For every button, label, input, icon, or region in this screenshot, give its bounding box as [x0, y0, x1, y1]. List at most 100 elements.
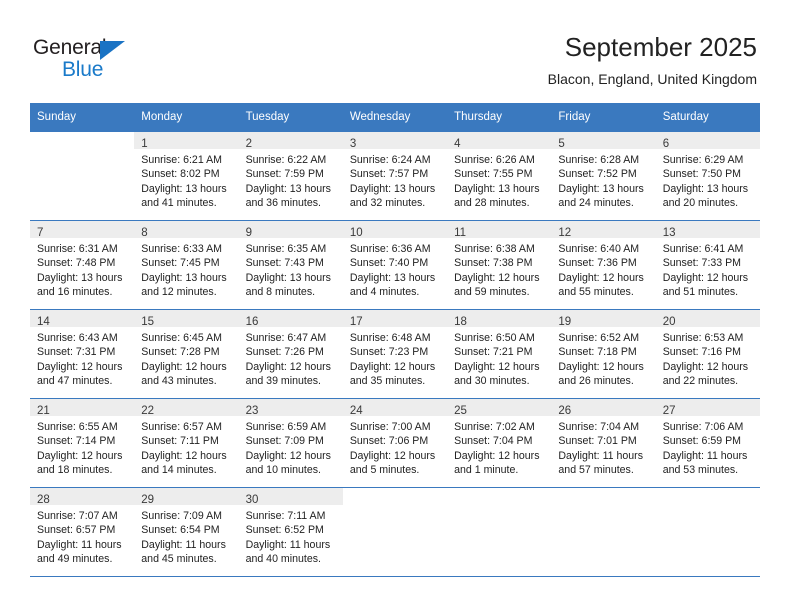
calendar-day-cell[interactable]: 22 Sunrise: 6:57 AM Sunset: 7:11 PM Dayligh…	[134, 398, 239, 488]
sunrise-text: Sunrise: 6:31 AM	[37, 243, 118, 255]
calendar-body: 1 Sunrise: 6:21 AM Sunset: 8:02 PM Daylight…	[30, 131, 760, 577]
calendar-day-cell[interactable]: 4 Sunrise: 6:26 AM Sunset: 7:55 PM Daylight…	[447, 131, 552, 221]
day-number: 4	[454, 138, 461, 150]
calendar-day-cell[interactable]: 3 Sunrise: 6:24 AM Sunset: 7:57 PM Daylight…	[342, 131, 448, 221]
calendar-day-cell[interactable]: 5 Sunrise: 6:28 AM Sunset: 7:52 PM Daylight…	[551, 131, 656, 221]
calendar-week-row: 21 Sunrise: 6:55 AM Sunset: 7:14 PM Dayligh…	[30, 398, 760, 488]
calendar-day-cell[interactable]: 12 Sunrise: 6:40 AM Sunset: 7:36 PM Dayligh…	[551, 220, 656, 310]
calendar-day-cell-empty	[342, 487, 448, 577]
calendar-day-cell[interactable]: 17 Sunrise: 6:48 AM Sunset: 7:23 PM Dayligh…	[342, 309, 448, 399]
calendar-day-cell[interactable]: 28 Sunrise: 7:07 AM Sunset: 6:57 PM Dayligh…	[30, 487, 135, 577]
day-number-band	[342, 488, 448, 505]
sunset-text: Sunset: 8:02 PM	[141, 168, 220, 181]
daylight-text-line2: and 36 minutes.	[245, 196, 321, 209]
sunset-text: Sunset: 7:33 PM	[662, 257, 742, 270]
daylight-text-line1: Daylight: 12 hours	[454, 360, 540, 373]
day-number-band: 24	[342, 399, 448, 417]
day-number: 3	[349, 138, 357, 150]
day-number-band	[655, 488, 760, 505]
general-blue-logo[interactable]: General Blue	[33, 36, 163, 84]
sunrise-text: Sunrise: 7:11 AM	[245, 510, 326, 522]
day-details: Sunrise: 7:02 AM Sunset: 7:04 PM Daylight:…	[447, 416, 551, 477]
day-details: Sunrise: 6:52 AM Sunset: 7:18 PM Daylight:…	[551, 327, 655, 388]
sunrise-text: Sunrise: 7:04 AM	[558, 421, 640, 433]
daylight-text-line1: Daylight: 12 hours	[454, 271, 540, 284]
day-number-band: 6	[655, 132, 760, 150]
sunrise-text: Sunrise: 7:09 AM	[141, 510, 222, 522]
daylight-text-line2: and 10 minutes.	[245, 463, 321, 476]
calendar-day-cell[interactable]: 27 Sunrise: 7:06 AM Sunset: 6:59 PM Dayligh…	[655, 398, 760, 488]
calendar-day-cell[interactable]: 1 Sunrise: 6:21 AM Sunset: 8:02 PM Daylight…	[134, 131, 239, 221]
calendar-day-cell-empty	[447, 487, 552, 577]
calendar-day-cell[interactable]: 9 Sunrise: 6:35 AM Sunset: 7:43 PM Daylight…	[238, 220, 343, 310]
daylight-text-line1: Daylight: 11 hours	[245, 538, 331, 551]
day-details: Sunrise: 6:48 AM Sunset: 7:23 PM Daylight:…	[343, 327, 447, 388]
day-number: 13	[662, 227, 676, 239]
daylight-text-line2: and 55 minutes.	[558, 285, 634, 298]
sunset-text: Sunset: 6:59 PM	[662, 435, 742, 448]
daylight-text-line1: Daylight: 11 hours	[662, 449, 748, 462]
day-number-band: 23	[238, 399, 343, 417]
calendar-day-cell[interactable]: 18 Sunrise: 6:50 AM Sunset: 7:21 PM Dayligh…	[447, 309, 552, 399]
day-number-band: 28	[30, 488, 135, 506]
calendar-day-cell[interactable]: 11 Sunrise: 6:38 AM Sunset: 7:38 PM Dayligh…	[447, 220, 552, 310]
sunset-text: Sunset: 7:14 PM	[37, 435, 116, 448]
day-number-band: 15	[134, 310, 239, 328]
daylight-text-line2: and 53 minutes.	[662, 463, 739, 476]
day-number-band: 30	[238, 488, 343, 506]
day-number-band: 29	[134, 488, 239, 506]
calendar-day-cell[interactable]: 16 Sunrise: 6:47 AM Sunset: 7:26 PM Dayligh…	[238, 309, 343, 399]
daylight-text-line1: Daylight: 12 hours	[245, 360, 331, 373]
calendar-day-cell[interactable]: 10 Sunrise: 6:36 AM Sunset: 7:40 PM Dayligh…	[342, 220, 448, 310]
daylight-text-line1: Daylight: 13 hours	[141, 182, 227, 195]
day-details: Sunrise: 6:45 AM Sunset: 7:28 PM Daylight:…	[134, 327, 238, 388]
calendar-day-cell[interactable]: 14 Sunrise: 6:43 AM Sunset: 7:31 PM Dayligh…	[30, 309, 135, 399]
daylight-text-line1: Daylight: 12 hours	[37, 360, 123, 373]
day-details: Sunrise: 6:24 AM Sunset: 7:57 PM Daylight:…	[343, 149, 447, 210]
calendar-day-cell[interactable]: 23 Sunrise: 6:59 AM Sunset: 7:09 PM Dayligh…	[238, 398, 343, 488]
calendar-day-cell[interactable]: 29 Sunrise: 7:09 AM Sunset: 6:54 PM Dayligh…	[134, 487, 239, 577]
calendar-day-cell[interactable]: 21 Sunrise: 6:55 AM Sunset: 7:14 PM Dayligh…	[30, 398, 135, 488]
day-number: 29	[141, 494, 155, 506]
day-details: Sunrise: 6:40 AM Sunset: 7:36 PM Daylight:…	[551, 238, 655, 299]
calendar-day-cell[interactable]: 8 Sunrise: 6:33 AM Sunset: 7:45 PM Daylight…	[134, 220, 239, 310]
calendar-page: General Blue September 2025 Blacon, Engl…	[0, 0, 792, 612]
day-number-band: 4	[447, 132, 552, 150]
daylight-text-line2: and 39 minutes.	[245, 374, 321, 387]
day-number-band: 19	[551, 310, 656, 328]
calendar-day-cell[interactable]: 6 Sunrise: 6:29 AM Sunset: 7:50 PM Daylight…	[655, 131, 760, 221]
day-details: Sunrise: 6:43 AM Sunset: 7:31 PM Daylight:…	[30, 327, 134, 388]
day-details: Sunrise: 6:21 AM Sunset: 8:02 PM Daylight:…	[134, 149, 238, 210]
calendar-day-cell[interactable]: 15 Sunrise: 6:45 AM Sunset: 7:28 PM Dayligh…	[134, 309, 239, 399]
day-details: Sunrise: 6:28 AM Sunset: 7:52 PM Daylight:…	[551, 149, 655, 210]
sunrise-text: Sunrise: 6:47 AM	[245, 332, 327, 344]
day-number: 19	[558, 316, 572, 328]
calendar-day-cell[interactable]: 24 Sunrise: 7:00 AM Sunset: 7:06 PM Dayligh…	[342, 398, 448, 488]
calendar-day-cell[interactable]: 19 Sunrise: 6:52 AM Sunset: 7:18 PM Dayligh…	[551, 309, 656, 399]
sunset-text: Sunset: 7:36 PM	[558, 257, 637, 270]
day-number-band: 27	[655, 399, 760, 417]
day-number: 25	[454, 405, 467, 417]
daylight-text-line1: Daylight: 12 hours	[558, 271, 644, 284]
day-number-band: 13	[655, 221, 760, 239]
calendar-day-cell[interactable]: 13 Sunrise: 6:41 AM Sunset: 7:33 PM Dayligh…	[655, 220, 760, 310]
calendar-day-cell[interactable]: 25 Sunrise: 7:02 AM Sunset: 7:04 PM Dayligh…	[447, 398, 552, 488]
calendar-day-cell[interactable]: 26 Sunrise: 7:04 AM Sunset: 7:01 PM Dayligh…	[551, 398, 656, 488]
calendar-day-cell[interactable]: 7 Sunrise: 6:31 AM Sunset: 7:48 PM Daylight…	[30, 220, 135, 310]
calendar-day-cell[interactable]: 30 Sunrise: 7:11 AM Sunset: 6:52 PM Dayligh…	[238, 487, 343, 577]
daylight-text-line1: Daylight: 12 hours	[245, 449, 331, 462]
daylight-text-line1: Daylight: 12 hours	[662, 271, 749, 284]
day-number: 14	[37, 316, 50, 328]
sunset-text: Sunset: 7:06 PM	[349, 435, 429, 448]
day-number: 24	[349, 405, 363, 417]
day-number-band: 21	[30, 399, 135, 417]
calendar-day-cell[interactable]: 2 Sunrise: 6:22 AM Sunset: 7:59 PM Daylight…	[238, 131, 343, 221]
calendar-day-cell[interactable]: 20 Sunrise: 6:53 AM Sunset: 7:16 PM Dayligh…	[655, 309, 760, 399]
daylight-text-line1: Daylight: 12 hours	[37, 449, 123, 462]
day-details: Sunrise: 6:57 AM Sunset: 7:11 PM Daylight:…	[134, 416, 238, 477]
title-block: September 2025 Blacon, England, United K…	[548, 30, 757, 89]
page-header: General Blue September 2025 Blacon, Engl…	[0, 0, 792, 100]
sunrise-text: Sunrise: 6:55 AM	[37, 421, 118, 433]
day-details: Sunrise: 6:50 AM Sunset: 7:21 PM Daylight:…	[447, 327, 551, 388]
day-details	[447, 505, 551, 509]
